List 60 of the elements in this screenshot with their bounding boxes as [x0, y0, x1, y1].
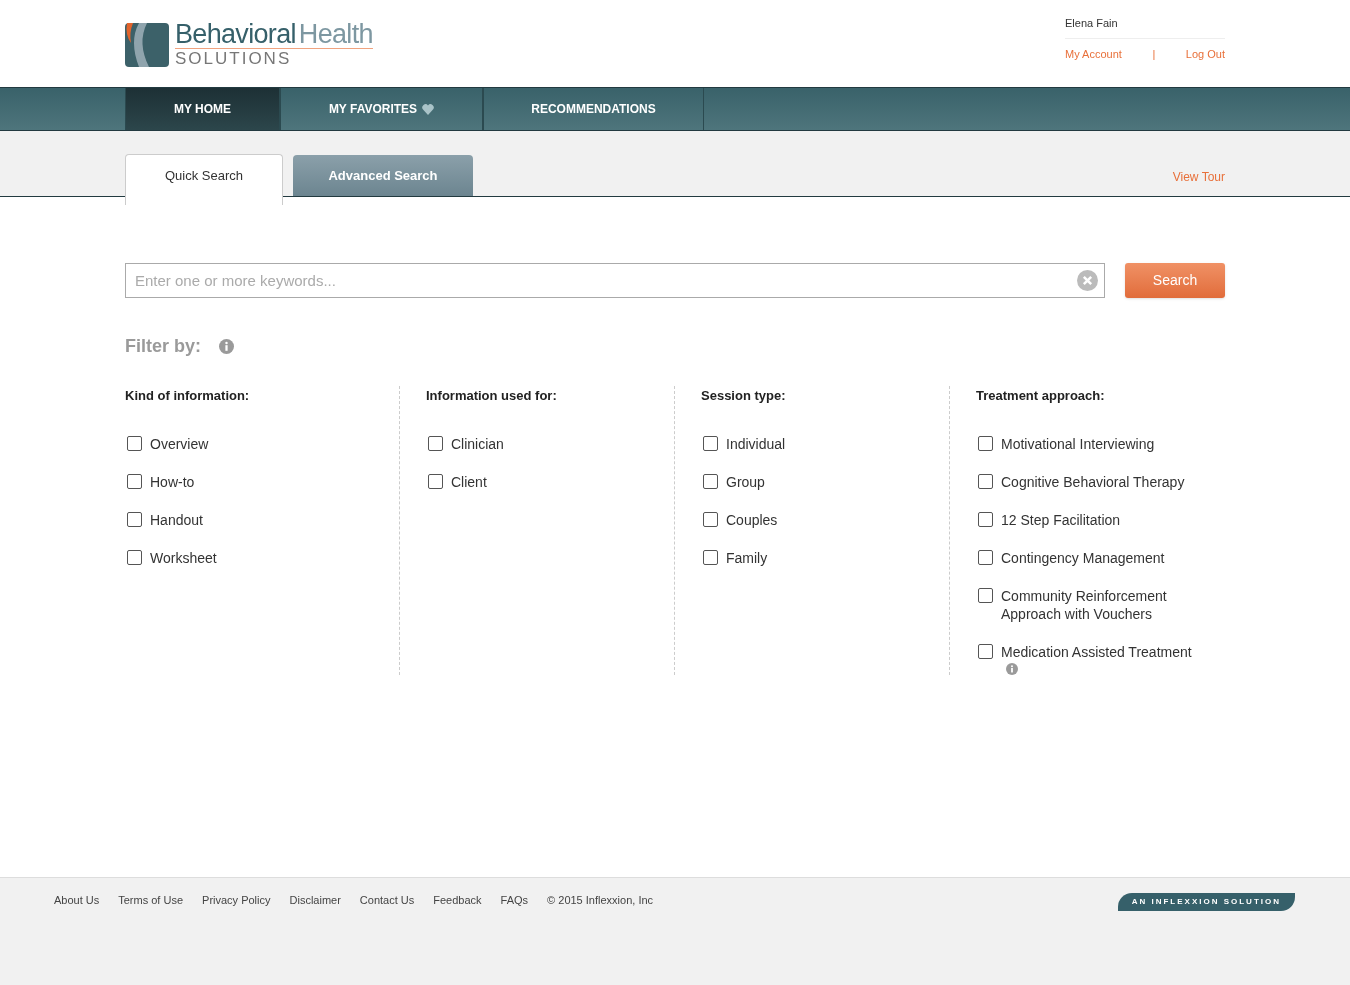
nav-item[interactable]: RECOMMENDATIONS — [483, 88, 704, 130]
search-field[interactable]: Enter one or more keywords... — [125, 263, 1105, 298]
footer-link[interactable]: Privacy Policy — [202, 892, 271, 909]
user-name: Elena Fain — [1065, 15, 1225, 39]
filter-heading: Information used for: — [426, 387, 558, 405]
checkbox-label: Cognitive Behavioral Therapy — [1001, 472, 1186, 491]
checkbox[interactable] — [703, 435, 718, 451]
checkbox[interactable] — [127, 549, 142, 565]
checkbox[interactable] — [127, 473, 142, 489]
filter-heading: Treatment approach: — [976, 387, 1106, 405]
filter-title: Filter by: — [125, 335, 201, 358]
footer-link[interactable]: Terms of Use — [118, 892, 184, 909]
logo-icon — [125, 22, 169, 67]
checkbox-label: Client — [451, 472, 488, 491]
separator: | — [1152, 46, 1156, 62]
info-icon[interactable] — [219, 339, 234, 354]
heart-icon — [422, 103, 435, 115]
copyright: © 2015 Inflexxion, Inc — [547, 893, 654, 908]
filter-heading: Kind of information: — [125, 387, 251, 405]
checkbox-label: Overview — [150, 434, 210, 453]
checkbox-label: Community Reinforcement Approach with Vouchers — [1001, 586, 1168, 623]
checkbox-label: Contingency Management — [1001, 548, 1166, 567]
checkbox-label: Medication Assisted Treatment — [1001, 642, 1193, 661]
checkbox[interactable] — [978, 549, 993, 565]
checkbox-label: Group — [726, 472, 766, 491]
search-tab[interactable]: Quick Search — [125, 154, 283, 205]
checkbox[interactable] — [127, 511, 142, 527]
checkbox-label: Handout — [150, 510, 204, 529]
checkbox-label: Couples — [726, 510, 779, 529]
logo-subtitle: SOLUTIONS — [175, 49, 293, 69]
checkbox-label: Clinician — [451, 434, 505, 453]
checkbox[interactable] — [428, 473, 443, 489]
footer-link[interactable]: Feedback — [433, 892, 482, 909]
brand-badge: AN INFLEXXION SOLUTION — [1117, 893, 1295, 911]
logo-text: Health — [298, 20, 373, 48]
checkbox[interactable] — [703, 549, 718, 565]
footer-link[interactable]: About Us — [54, 892, 100, 909]
checkbox[interactable] — [978, 587, 993, 603]
nav-item[interactable]: MY FAVORITES — [280, 88, 483, 130]
checkbox[interactable] — [978, 511, 993, 527]
checkbox[interactable] — [978, 473, 993, 489]
checkbox[interactable] — [127, 435, 142, 451]
checkbox[interactable] — [703, 511, 718, 527]
footer-link[interactable]: Disclaimer — [289, 892, 341, 909]
checkbox[interactable] — [978, 643, 993, 659]
checkbox-label: Family — [726, 548, 769, 567]
checkbox-label: 12 Step Facilitation — [1001, 510, 1122, 529]
checkbox-label: How-to — [150, 472, 196, 491]
footer-link[interactable]: Contact Us — [359, 892, 415, 909]
footer-link[interactable]: FAQs — [500, 892, 529, 909]
nav-item[interactable]: MY HOME — [125, 88, 280, 130]
checkbox[interactable] — [428, 435, 443, 451]
info-icon[interactable] — [1006, 662, 1018, 675]
logo-text: Behavioral — [175, 20, 296, 48]
checkbox-label: Individual — [726, 434, 787, 453]
checkbox-label: Motivational Interviewing — [1001, 434, 1156, 453]
filter-heading: Session type: — [701, 387, 787, 405]
checkbox-label: Worksheet — [150, 548, 218, 567]
checkbox[interactable] — [978, 435, 993, 451]
checkbox[interactable] — [703, 473, 718, 489]
